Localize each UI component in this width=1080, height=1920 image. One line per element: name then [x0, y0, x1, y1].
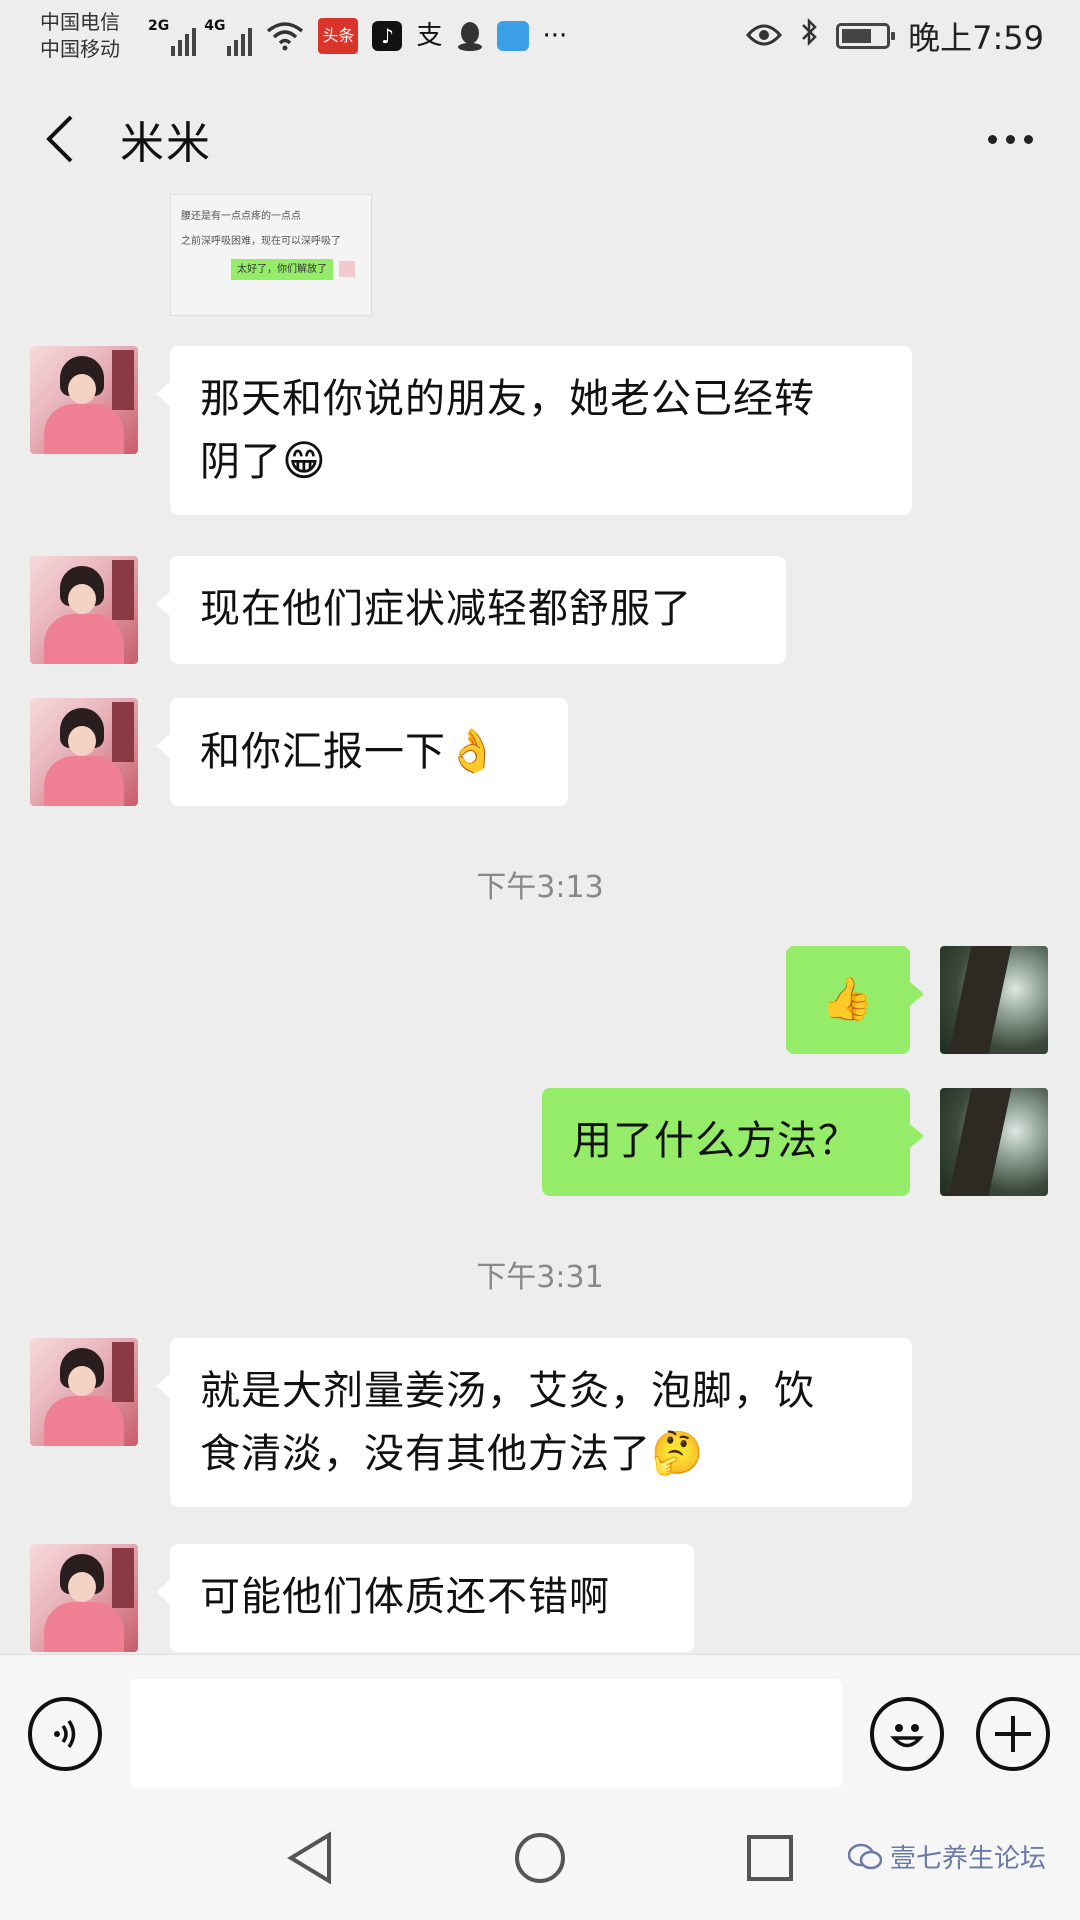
more-notifications: ··· [542, 21, 568, 51]
message-text: 就是大剂量姜汤，艾灸，泡脚，饮 [200, 1368, 815, 1414]
status-bar: 中国电信 中国移动 2G 4G 头条 ♪ 支 ··· 晚上7:59 [0, 0, 1080, 72]
thumb-line-1: 腰还是有一点点疼的一点点 [181, 211, 301, 222]
message-bubble-sent[interactable]: 用了什么方法？ [542, 1088, 924, 1196]
message-text: 用了什么方法？ [572, 1118, 859, 1164]
square-recents-icon [747, 1835, 793, 1881]
grin-emoji-icon: 😁 [282, 436, 327, 485]
qq-app-icon [457, 21, 483, 51]
carrier-labels: 中国电信 中国移动 [40, 9, 140, 63]
carrier-2: 中国移动 [40, 37, 120, 61]
nav-back-button[interactable] [280, 1828, 340, 1888]
voice-input-button[interactable] [28, 1697, 102, 1771]
watermark-text: 壹七养生论坛 [889, 1844, 1046, 1874]
voice-icon [54, 1720, 76, 1748]
message-app-icon [496, 21, 529, 51]
circle-home-icon [515, 1833, 565, 1883]
eye-icon [746, 17, 783, 55]
ok-hand-emoji-icon: 👌 [446, 726, 500, 775]
system-nav-bar: 壹七养生论坛 [0, 1794, 1080, 1920]
message-bubble[interactable]: 和你汇报一下👌 [156, 698, 568, 806]
watermark: 壹七养生论坛 [847, 1838, 1046, 1875]
more-options-button[interactable] [980, 109, 1040, 169]
my-avatar[interactable] [940, 946, 1048, 1054]
chat-history[interactable]: 腰还是有一点点疼的一点点 之前深呼吸困难，现在可以深呼吸了 太好了，你们解放了 … [0, 194, 1080, 1654]
bluetooth-icon [800, 17, 818, 55]
timestamp: 下午3:13 [476, 870, 604, 905]
smiley-icon [890, 1724, 924, 1748]
message-text: 和你汇报一下 [200, 729, 446, 775]
back-button[interactable] [30, 109, 90, 169]
timestamp: 下午3:31 [476, 1260, 604, 1295]
tiktok-app-icon: ♪ [372, 21, 403, 51]
alipay-app-icon: 支 [416, 21, 443, 51]
message-text: 那天和你说的朋友，她老公已经转 [200, 376, 815, 422]
message-input[interactable] [130, 1679, 842, 1787]
clock: 晚上7:59 [908, 19, 1044, 57]
emoji-button[interactable] [870, 1697, 944, 1771]
message-text-line-2: 阴了 [200, 439, 282, 485]
signal-2-icon: 4G [204, 16, 253, 56]
message-bubble[interactable]: 可能他们体质还不错啊 [156, 1544, 694, 1652]
friend-avatar[interactable] [30, 346, 138, 454]
message-text: 可能他们体质还不错啊 [200, 1574, 610, 1620]
chat-header: 米米 [0, 84, 1080, 194]
nav-recents-button[interactable] [740, 1828, 800, 1888]
wechat-logo-icon [847, 1843, 882, 1869]
thinking-emoji-icon: 🤔 [651, 1428, 705, 1477]
toutiao-app-icon: 头条 [318, 18, 359, 54]
thumb-reply: 太好了，你们解放了 [231, 259, 333, 280]
message-text: 现在他们症状减轻都舒服了 [200, 586, 692, 632]
chevron-left-icon [46, 115, 73, 163]
status-right: 晚上7:59 [746, 0, 1044, 72]
shared-screenshot-thumbnail[interactable]: 腰还是有一点点疼的一点点 之前深呼吸困难，现在可以深呼吸了 太好了，你们解放了 [170, 194, 372, 316]
message-bubble[interactable]: 就是大剂量姜汤，艾灸，泡脚，饮 食清淡，没有其他方法了🤔 [156, 1338, 912, 1507]
nav-home-button[interactable] [510, 1828, 570, 1888]
triangle-back-icon [287, 1831, 331, 1885]
wifi-icon [266, 21, 304, 51]
plus-icon [995, 1716, 1031, 1752]
more-functions-button[interactable] [976, 1697, 1050, 1771]
friend-avatar[interactable] [30, 1544, 138, 1652]
message-bubble[interactable]: 现在他们症状减轻都舒服了 [156, 556, 786, 664]
battery-icon [836, 23, 896, 49]
friend-avatar[interactable] [30, 556, 138, 664]
thumb-line-2: 之前深呼吸困难，现在可以深呼吸了 [181, 236, 341, 247]
message-bubble-sent[interactable]: 👍 [786, 946, 924, 1054]
thumbs-up-emoji-icon: 👍 [821, 974, 875, 1023]
friend-avatar[interactable] [30, 1338, 138, 1446]
carrier-1: 中国电信 [40, 10, 120, 34]
my-avatar[interactable] [940, 1088, 1048, 1196]
signal-1-icon: 2G [148, 16, 197, 56]
message-bubble[interactable]: 那天和你说的朋友，她老公已经转 阴了😁 [156, 346, 912, 515]
friend-avatar[interactable] [30, 698, 138, 806]
chat-input-bar [0, 1654, 1080, 1794]
message-text-line-2: 食清淡，没有其他方法了 [200, 1431, 651, 1477]
page-title: 米米 [120, 118, 212, 169]
